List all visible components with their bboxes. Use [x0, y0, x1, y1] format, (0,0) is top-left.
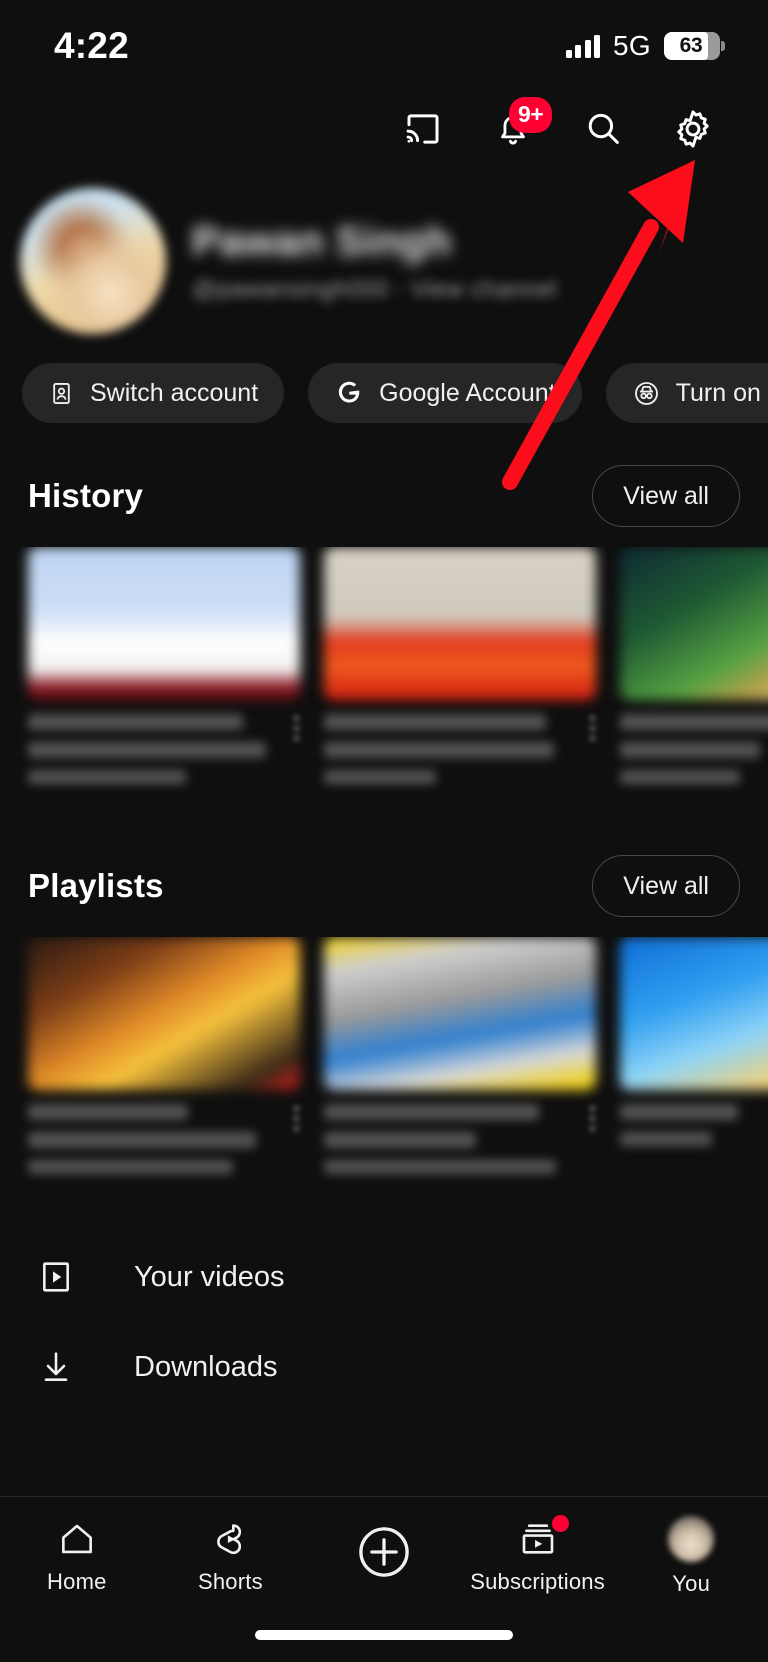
chip-google-account[interactable]: Google Account — [308, 363, 582, 423]
bottom-navigation-bar: Home Shorts Subscriptions You — [0, 1496, 768, 1662]
history-title: History — [28, 477, 144, 514]
google-g-icon — [339, 381, 360, 403]
status-bar-time: 4:22 — [54, 25, 129, 66]
chip-google-account-label: Google Account — [379, 378, 556, 407]
history-section-header: History View all — [0, 464, 768, 528]
playlist-meta — [620, 1104, 768, 1182]
playlist-meta — [324, 1104, 596, 1182]
status-bar: 4:22 5G 63 — [0, 0, 768, 92]
more-vertical-icon[interactable] — [590, 716, 596, 742]
video-thumbnail[interactable] — [620, 547, 768, 700]
history-card[interactable] — [620, 547, 768, 792]
playlist-thumbnail[interactable] — [28, 937, 300, 1090]
nav-tab-home[interactable]: Home — [0, 1497, 154, 1615]
playlists-title: Playlists — [28, 867, 164, 904]
download-arrow-icon — [30, 1347, 82, 1387]
chip-turn-on-incognito[interactable]: Turn on Incognito — [605, 363, 768, 423]
nav-tab-subscriptions-label: Subscriptions — [470, 1568, 605, 1594]
chip-turn-on-incognito-label: Turn on Incognito — [675, 378, 768, 407]
playlist-title-line — [620, 1104, 738, 1120]
settings-gear-icon[interactable] — [670, 106, 716, 152]
home-indicator — [255, 1630, 513, 1640]
profile-name: Pawan Singh — [192, 218, 452, 264]
incognito-hat-icon — [634, 381, 658, 405]
battery-icon: 63 — [664, 32, 725, 60]
playlists-view-all-button[interactable]: View all — [592, 855, 740, 917]
playlists-section-header: Playlists View all — [0, 854, 768, 918]
more-vertical-icon[interactable] — [590, 1106, 596, 1132]
playlist-meta-line — [620, 1132, 712, 1146]
cast-icon[interactable] — [400, 106, 446, 152]
switch-account-icon — [53, 382, 70, 404]
playlist-card[interactable] — [28, 937, 300, 1182]
video-channel-line — [620, 770, 740, 784]
playlist-title-line — [28, 1104, 188, 1120]
battery-percent-label: 63 — [679, 34, 703, 57]
video-channel-line — [324, 770, 436, 784]
video-meta — [620, 714, 768, 792]
profile-handle-and-channel[interactable]: @pawansingh000 · View channel — [192, 276, 557, 304]
video-title-line — [324, 714, 546, 730]
nav-create-button[interactable] — [307, 1497, 461, 1615]
playlist-title-line — [324, 1104, 539, 1120]
video-title-line — [28, 714, 243, 730]
profile-header[interactable]: Pawan Singh @pawansingh000 · View channe… — [0, 186, 768, 336]
playlist-thumbnail[interactable] — [620, 937, 768, 1090]
playlist-thumbnail[interactable] — [324, 937, 596, 1090]
history-card[interactable] — [324, 547, 596, 792]
notifications-bell-icon[interactable]: 9+ — [490, 97, 553, 152]
history-card[interactable] — [28, 547, 300, 792]
subscriptions-badge-dot — [551, 1515, 569, 1532]
chip-switch-account-label: Switch account — [90, 378, 259, 407]
top-action-bar: 9+ — [0, 97, 768, 160]
menu-row-your-videos[interactable]: Your videos — [0, 1242, 768, 1312]
nav-tab-you-label: You — [672, 1570, 711, 1596]
nav-tab-shorts-label: Shorts — [197, 1568, 263, 1594]
home-icon — [61, 1524, 92, 1553]
playlist-card[interactable] — [620, 937, 768, 1182]
more-vertical-icon[interactable] — [294, 716, 300, 742]
search-icon[interactable] — [580, 106, 626, 152]
playlists-shelf[interactable] — [0, 937, 768, 1182]
menu-row-downloads[interactable]: Downloads — [0, 1332, 768, 1402]
menu-row-downloads-label: Downloads — [134, 1350, 278, 1383]
playlist-meta — [28, 1104, 300, 1182]
account-chips-row: Switch account Google Account Turn on In… — [0, 362, 768, 424]
playlist-card[interactable] — [324, 937, 596, 1182]
shorts-icon — [217, 1523, 242, 1554]
notification-badge: 9+ — [509, 97, 553, 133]
status-bar-indicators: 5G 63 — [565, 30, 725, 62]
video-meta — [28, 714, 300, 792]
history-shelf[interactable] — [0, 547, 768, 792]
playlist-meta-line — [324, 1160, 556, 1174]
avatar[interactable] — [20, 188, 166, 334]
playlist-meta-line — [28, 1160, 233, 1174]
you-avatar-icon — [668, 1515, 715, 1562]
video-thumbnail[interactable] — [324, 547, 596, 700]
video-title-line — [620, 714, 768, 730]
profile-info: Pawan Singh @pawansingh000 · View channe… — [192, 218, 557, 304]
nav-tab-subscriptions[interactable]: Subscriptions — [461, 1497, 615, 1615]
network-type-label: 5G — [613, 30, 651, 61]
create-plus-icon — [359, 1526, 409, 1577]
video-thumbnail[interactable] — [28, 547, 300, 700]
video-meta — [324, 714, 596, 792]
chip-switch-account[interactable]: Switch account — [22, 363, 285, 423]
signal-bars-icon — [565, 34, 601, 58]
nav-tab-you[interactable]: You — [614, 1497, 768, 1615]
history-view-all-button[interactable]: View all — [592, 465, 740, 527]
video-channel-line — [28, 770, 186, 784]
more-vertical-icon[interactable] — [294, 1106, 300, 1132]
nav-tab-home-label: Home — [47, 1568, 107, 1594]
menu-row-your-videos-label: Your videos — [134, 1260, 285, 1293]
nav-tab-shorts[interactable]: Shorts — [154, 1497, 308, 1615]
your-videos-icon — [30, 1257, 82, 1297]
